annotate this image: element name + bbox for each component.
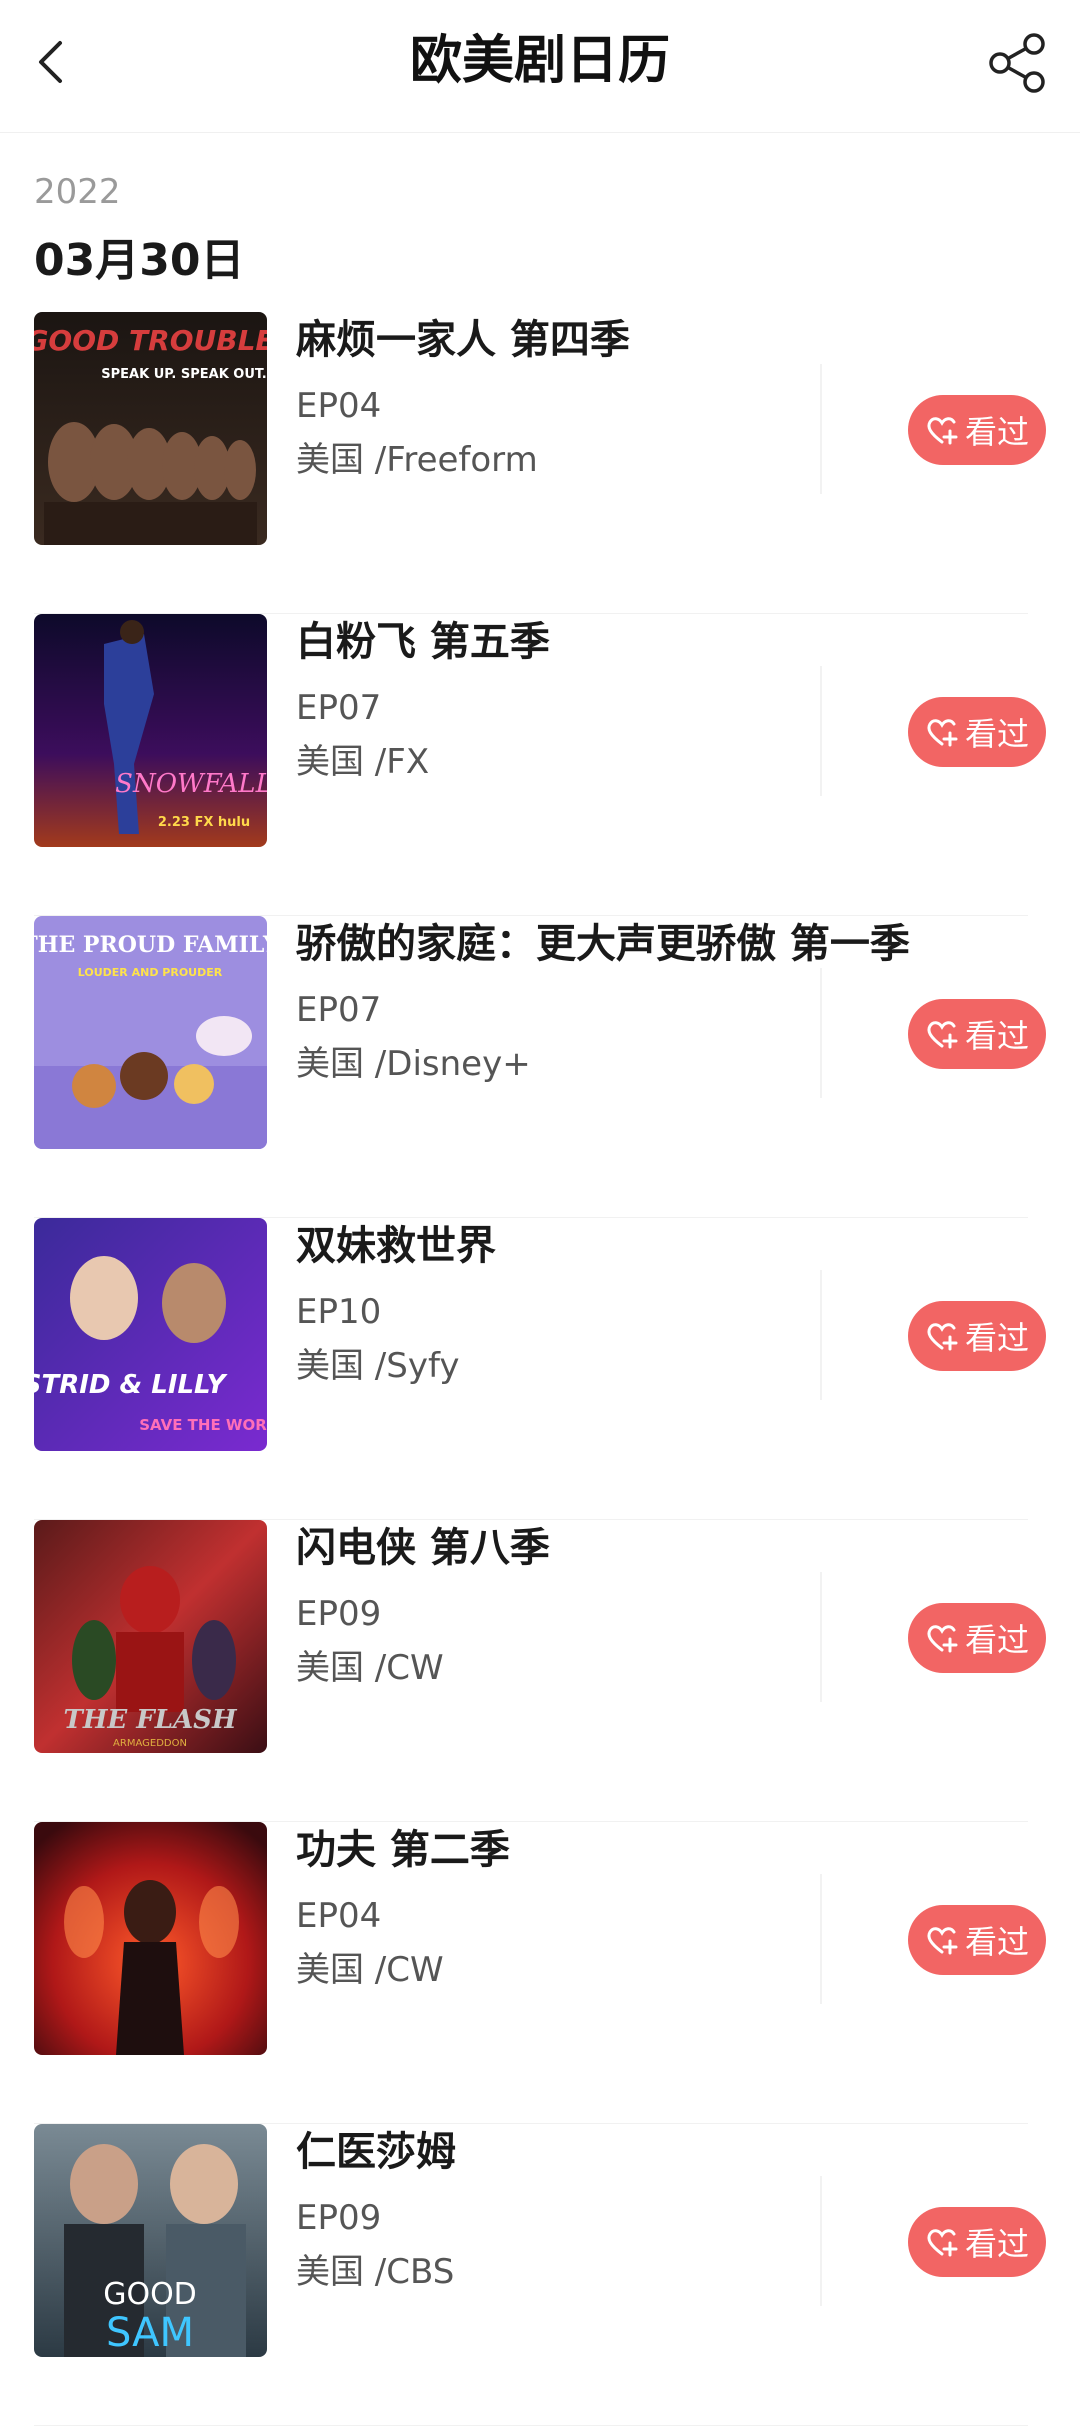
poster-title-text: GOOD TROUBLE [34,324,267,357]
divider [820,1270,822,1400]
list-item[interactable]: ASTRID & LILLY SAVE THE WORLD 双妹救世界 EP10… [0,1218,1080,1520]
watched-button[interactable]: 看过 [908,2207,1046,2277]
show-title: 功夫 第二季 [296,1827,510,1873]
heart-plus-icon [927,1927,958,1955]
show-title: 麻烦一家人 第四季 [296,317,630,363]
divider [820,364,822,494]
show-title: 白粉飞 第五季 [296,619,550,665]
date-heading: 03月30日 [34,235,245,286]
watched-button[interactable]: 看过 [908,395,1046,465]
network-label: 美国 /CW [296,1648,444,1688]
poster-image[interactable]: SNOWFALL 2.23 FX hulu [34,614,267,847]
list-item[interactable]: GOOD TROUBLE SPEAK UP. SPEAK OUT. 麻烦一家人 … [0,312,1080,614]
watched-button[interactable]: 看过 [908,1905,1046,1975]
episode-label: EP09 [296,1594,382,1634]
watched-button[interactable]: 看过 [908,1301,1046,1371]
show-title: 仁医莎姆 [296,2129,456,2175]
episode-label: EP09 [296,2198,382,2238]
watched-button[interactable]: 看过 [908,1603,1046,1673]
poster-title-text: SNOWFALL [115,769,267,799]
poster-image[interactable]: THE FLASH ARMAGEDDON [34,1520,267,1753]
show-list: GOOD TROUBLE SPEAK UP. SPEAK OUT. 麻烦一家人 … [0,312,1080,2426]
poster-tagline-text: SAM [106,2310,194,2356]
list-item[interactable]: THE FLASH ARMAGEDDON 闪电侠 第八季 EP09 美国 /CW… [0,1520,1080,1822]
watched-button[interactable]: 看过 [908,697,1046,767]
divider [820,1572,822,1702]
poster-title-text: ASTRID & LILLY [34,1370,229,1400]
divider [820,1874,822,2004]
watched-button-label: 看过 [964,1017,1029,1055]
poster-title-text: THE FLASH [63,1705,237,1735]
list-item[interactable]: SNOWFALL 2.23 FX hulu 白粉飞 第五季 EP07 美国 /F… [0,614,1080,916]
watched-button-label: 看过 [964,1923,1029,1961]
network-label: 美国 /Syfy [296,1346,460,1386]
poster-tagline-text: LOUDER AND PROUDER [78,966,223,979]
share-button[interactable] [986,32,1050,94]
show-title: 双妹救世界 [296,1223,496,1269]
watched-button-label: 看过 [964,1319,1029,1357]
divider [820,666,822,796]
watched-button-label: 看过 [964,1621,1029,1659]
network-label: 美国 /Freeform [296,440,538,480]
episode-label: EP10 [296,1292,382,1332]
poster-tagline-text: SPEAK UP. SPEAK OUT. [101,367,266,382]
heart-plus-icon [927,417,958,445]
network-label: 美国 /Disney+ [296,1044,531,1084]
network-label: 美国 /CBS [296,2252,455,2292]
poster-tagline-text: ARMAGEDDON [113,1738,187,1749]
app-header: 欧美剧日历 [0,0,1080,133]
divider [820,2176,822,2306]
watched-button-label: 看过 [964,413,1029,451]
share-icon [989,33,1045,93]
poster-image[interactable]: THE PROUD FAMILY LOUDER AND PROUDER [34,916,267,1149]
episode-label: EP04 [296,1896,382,1936]
network-label: 美国 /FX [296,742,430,782]
poster-tagline-text: SAVE THE WORLD [139,1416,267,1434]
poster-title-text: GOOD [103,2277,197,2312]
poster-title-text: THE PROUD FAMILY [34,932,267,958]
heart-plus-icon [927,1323,958,1351]
episode-label: EP04 [296,386,382,426]
watched-button-label: 看过 [964,715,1029,753]
year-label: 2022 [34,172,121,212]
list-item[interactable]: 功夫 第二季 EP04 美国 /CW 看过 [0,1822,1080,2124]
episode-label: EP07 [296,688,382,728]
show-title: 骄傲的家庭：更大声更骄傲 第一季 [296,921,910,967]
list-item[interactable]: THE PROUD FAMILY LOUDER AND PROUDER 骄傲的家… [0,916,1080,1218]
poster-image[interactable]: ASTRID & LILLY SAVE THE WORLD [34,1218,267,1451]
watched-button-label: 看过 [964,2225,1029,2263]
heart-plus-icon [927,1021,958,1049]
watched-button[interactable]: 看过 [908,999,1046,1069]
poster-image[interactable]: GOOD TROUBLE SPEAK UP. SPEAK OUT. [34,312,267,545]
poster-image[interactable] [34,1822,267,2055]
poster-tagline-text: 2.23 FX hulu [158,815,250,830]
poster-image[interactable]: GOOD SAM [34,2124,267,2357]
episode-label: EP07 [296,990,382,1030]
heart-plus-icon [927,2229,958,2257]
page-title: 欧美剧日历 [409,31,670,91]
heart-plus-icon [927,719,958,747]
list-item[interactable]: GOOD SAM 仁医莎姆 EP09 美国 /CBS 看过 [0,2124,1080,2426]
network-label: 美国 /CW [296,1950,444,1990]
divider [820,968,822,1098]
show-title: 闪电侠 第八季 [296,1525,550,1571]
heart-plus-icon [927,1625,958,1653]
